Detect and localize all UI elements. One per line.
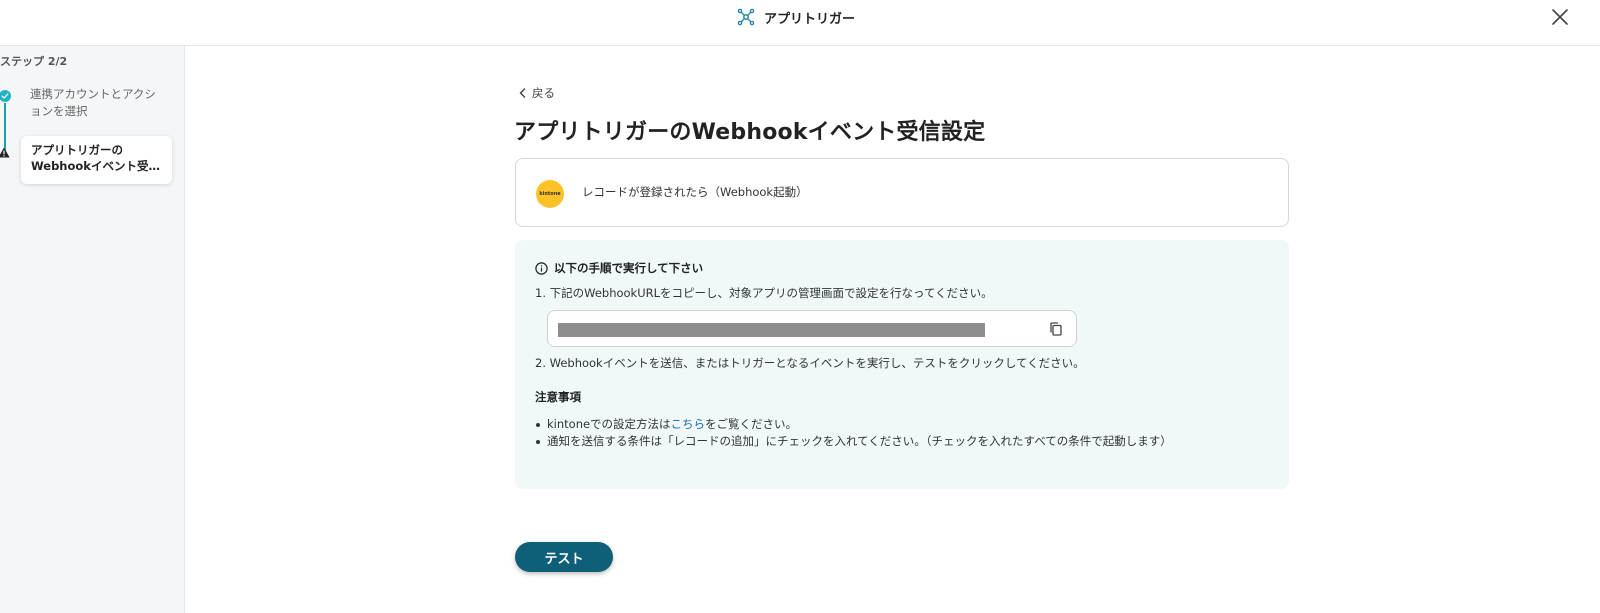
note1-suffix: をご覧ください。: [705, 417, 798, 431]
info-icon: [535, 261, 548, 275]
step-track: [4, 103, 6, 151]
instruction-step-2: 2. Webhookイベントを送信、またはトリガーとなるイベントを実行し、テスト…: [535, 356, 1085, 370]
app-trigger-logo-icon: [737, 8, 755, 26]
webhook-url-field[interactable]: [547, 310, 1077, 347]
app-title-text: アプリトリガー: [764, 11, 856, 27]
copy-icon[interactable]: [1048, 321, 1064, 337]
kintone-logo-icon: kintone: [536, 180, 564, 208]
page-title: アプリトリガーのWebhookイベント受信設定: [514, 120, 986, 145]
note-item-kintone-setup: kintoneでの設定方法はこちらをご覧ください。: [535, 416, 1172, 433]
chevron-left-icon: [519, 88, 526, 98]
webhook-url-redacted: [558, 323, 985, 337]
sidebar-step-label-line2: Webhookイベント受信設定: [31, 159, 162, 173]
kintone-help-link[interactable]: こちら: [671, 417, 706, 431]
note1-prefix: kintoneでの設定方法は: [547, 417, 671, 431]
instructions-heading: 以下の手順で実行して下さい: [535, 260, 703, 276]
sidebar-step-select-account[interactable]: 連携アカウントとアクションを選択: [30, 86, 165, 120]
step-sidebar: [0, 46, 185, 613]
test-button[interactable]: テスト: [515, 542, 613, 572]
instructions-heading-text: 以下の手順で実行して下さい: [554, 261, 704, 275]
close-icon[interactable]: [1551, 8, 1569, 26]
back-link[interactable]: 戻る: [519, 85, 555, 101]
sidebar-step-webhook-settings[interactable]: アプリトリガーの Webhookイベント受信設定: [21, 136, 172, 184]
trigger-card: kintone レコードが登録されたら（Webhook起動）: [515, 158, 1289, 227]
warning-icon: [0, 147, 10, 158]
top-bar: アプリトリガー: [0, 0, 1600, 46]
notes-list: kintoneでの設定方法はこちらをご覧ください。 通知を送信する条件は「レコー…: [535, 416, 1172, 450]
instruction-step-1: 1. 下記のWebhookURLをコピーし、対象アプリの管理画面で設定を行なって…: [535, 286, 993, 300]
kintone-logo-text: kintone: [539, 191, 561, 197]
sidebar-step-label-line1: アプリトリガーの: [31, 143, 123, 157]
trigger-label: レコードが登録されたら（Webhook起動）: [582, 185, 808, 199]
notes-title: 注意事項: [535, 390, 581, 404]
note-item-conditions: 通知を送信する条件は「レコードの追加」にチェックを入れてください。（チェックを入…: [535, 433, 1172, 450]
instructions-panel: 以下の手順で実行して下さい 1. 下記のWebhookURLをコピーし、対象アプ…: [515, 240, 1289, 489]
app-title: アプリトリガー: [736, 6, 855, 28]
back-label: 戻る: [532, 86, 555, 100]
step-counter: ステップ 2/2: [0, 55, 68, 68]
